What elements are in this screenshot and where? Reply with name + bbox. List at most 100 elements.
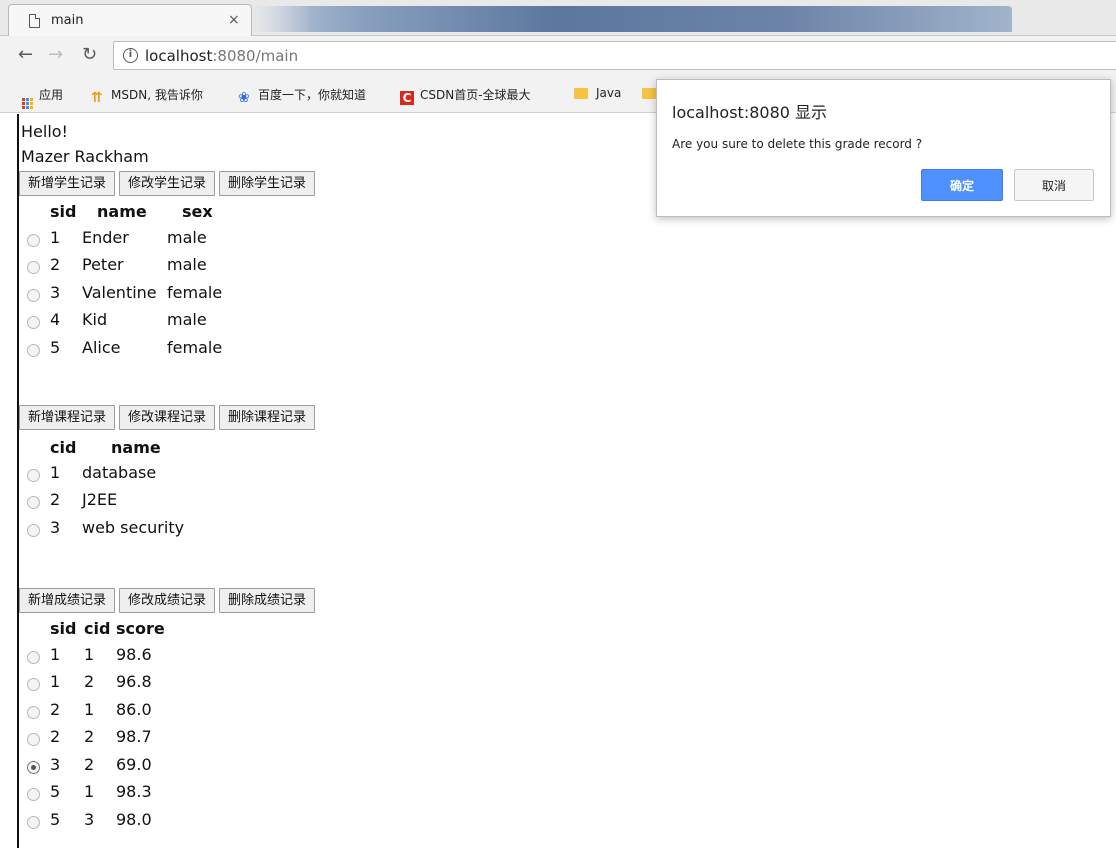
grade-sid: 2: [50, 700, 61, 719]
student-sex: male: [167, 310, 207, 329]
forward-arrow-icon[interactable]: →: [48, 44, 63, 65]
confirm-dialog: localhost:8080 显示 Are you sure to delete…: [656, 79, 1111, 217]
student-name: Peter: [82, 255, 124, 274]
grade-cid: 1: [84, 645, 95, 664]
delete-grade-button[interactable]: 删除成绩记录: [219, 588, 316, 613]
info-icon[interactable]: i: [123, 48, 138, 63]
student-sex: male: [167, 228, 207, 247]
delete-student-button[interactable]: 删除学生记录: [219, 171, 316, 196]
student-sex: male: [167, 255, 207, 274]
header-score: score: [116, 619, 165, 638]
course-radio[interactable]: [27, 496, 40, 509]
msdn-icon: ⇈: [91, 90, 103, 106]
bookmark-csdn[interactable]: C CSDN首页-全球最大: [400, 86, 531, 105]
grade-sid: 5: [50, 810, 61, 829]
student-sex: female: [167, 283, 223, 302]
grade-cid: 1: [84, 700, 95, 719]
student-radio[interactable]: [27, 289, 40, 302]
tab-other[interactable]: [252, 6, 1012, 32]
confirm-ok-button[interactable]: 确定: [921, 169, 1003, 201]
bookmark-msdn[interactable]: ⇈ MSDN, 我告诉你: [91, 86, 203, 105]
course-radio[interactable]: [27, 469, 40, 482]
header-name: name: [111, 438, 161, 457]
dialog-title: localhost:8080 显示: [672, 103, 828, 122]
url-text: localhost:8080/main: [145, 47, 298, 65]
bookmark-baidu[interactable]: ❀ 百度一下，你就知道: [238, 86, 366, 105]
student-sid: 3: [50, 283, 61, 302]
course-cid: 3: [50, 518, 61, 537]
grade-cid: 2: [84, 672, 95, 691]
grade-score: 98.3: [116, 782, 152, 801]
course-cid: 1: [50, 463, 61, 482]
student-sid: 1: [50, 228, 61, 247]
student-sex: female: [167, 338, 223, 357]
student-name: Valentine: [82, 283, 157, 302]
grade-radio[interactable]: [27, 706, 40, 719]
course-actions: 新增课程记录 修改课程记录 删除课程记录: [19, 405, 316, 430]
tab-fade: [252, 6, 312, 32]
bookmark-label: CSDN首页-全球最大: [420, 88, 531, 102]
header-cid: cid: [84, 619, 111, 638]
student-radio[interactable]: [27, 261, 40, 274]
student-sid: 5: [50, 338, 61, 357]
tab-title: main: [51, 13, 84, 28]
grade-cid: 2: [84, 755, 95, 774]
url-path: :8080/main: [212, 47, 299, 65]
add-grade-button[interactable]: 新增成绩记录: [19, 588, 116, 613]
edit-student-button[interactable]: 修改学生记录: [119, 171, 216, 196]
add-course-button[interactable]: 新增课程记录: [19, 405, 116, 430]
grade-radio[interactable]: [27, 788, 40, 801]
course-name: database: [82, 463, 157, 482]
grade-score: 96.8: [116, 672, 152, 691]
student-name: Alice: [82, 338, 121, 357]
student-actions: 新增学生记录 修改学生记录 删除学生记录: [19, 171, 316, 196]
tab-close-icon[interactable]: ×: [228, 12, 240, 28]
edit-grade-button[interactable]: 修改成绩记录: [119, 588, 216, 613]
grade-score: 98.0: [116, 810, 152, 829]
add-student-button[interactable]: 新增学生记录: [19, 171, 116, 196]
student-name: Kid: [82, 310, 108, 329]
student-sid: 2: [50, 255, 61, 274]
address-bar[interactable]: i localhost:8080/main: [113, 41, 1116, 70]
bookmark-apps[interactable]: 应用: [22, 86, 63, 109]
browser-toolbar: ← → ↻ i localhost:8080/main: [0, 36, 1116, 75]
header-cid: cid: [50, 438, 77, 457]
folder-icon: [642, 88, 656, 99]
bookmark-label: Java: [596, 86, 622, 100]
greeting-text: Hello!: [21, 122, 68, 141]
course-radio[interactable]: [27, 524, 40, 537]
grade-sid: 5: [50, 782, 61, 801]
grade-radio[interactable]: [27, 733, 40, 746]
grade-actions: 新增成绩记录 修改成绩记录 删除成绩记录: [19, 588, 316, 613]
reload-icon[interactable]: ↻: [82, 44, 97, 65]
student-radio[interactable]: [27, 234, 40, 247]
student-radio[interactable]: [27, 344, 40, 357]
tab-main[interactable]: main ×: [8, 4, 252, 37]
bookmark-label: MSDN, 我告诉你: [111, 88, 203, 102]
header-sid: sid: [50, 202, 77, 221]
grade-sid: 3: [50, 755, 61, 774]
student-radio[interactable]: [27, 316, 40, 329]
apps-grid-icon: [22, 98, 33, 109]
dialog-message: Are you sure to delete this grade record…: [672, 137, 923, 151]
confirm-cancel-button[interactable]: 取消: [1014, 169, 1094, 201]
back-arrow-icon[interactable]: ←: [18, 44, 33, 65]
delete-course-button[interactable]: 删除课程记录: [219, 405, 316, 430]
grade-radio[interactable]: [27, 816, 40, 829]
bookmark-java-folder[interactable]: Java: [574, 86, 621, 100]
student-name: Ender: [82, 228, 129, 247]
grade-sid: 1: [50, 645, 61, 664]
student-sid: 4: [50, 310, 61, 329]
grade-radio[interactable]: [27, 651, 40, 664]
grade-cid: 1: [84, 782, 95, 801]
page-icon: [29, 14, 40, 28]
grade-score: 98.6: [116, 645, 152, 664]
header-sex: sex: [182, 202, 213, 221]
grade-sid: 2: [50, 727, 61, 746]
bookmark-label: 百度一下，你就知道: [258, 88, 367, 102]
tab-strip: main ×: [0, 0, 1116, 37]
grade-score: 98.7: [116, 727, 152, 746]
grade-radio-selected[interactable]: [27, 761, 40, 774]
grade-radio[interactable]: [27, 678, 40, 691]
edit-course-button[interactable]: 修改课程记录: [119, 405, 216, 430]
